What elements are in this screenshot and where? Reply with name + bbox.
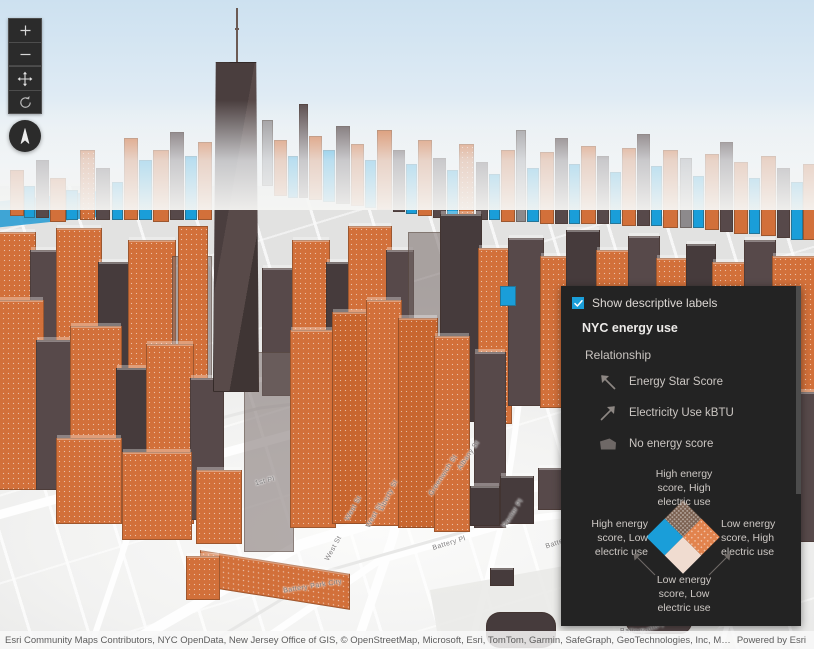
pan-button[interactable] <box>9 67 41 90</box>
matrix-arrow-right-icon <box>707 551 733 577</box>
polygon-icon <box>595 433 621 455</box>
legend-symbol-label-1: Electricity Use kBTU <box>629 407 734 419</box>
rotate-reset-button[interactable] <box>9 90 41 113</box>
legend-scrollbar-thumb[interactable] <box>796 286 801 494</box>
legend-scrollbar-track[interactable] <box>796 286 801 626</box>
legend-panel[interactable]: Show descriptive labels NYC energy use R… <box>561 286 801 626</box>
zoom-controls[interactable] <box>8 18 42 66</box>
zoom-in-button[interactable] <box>9 19 41 42</box>
attribution-bar: Esri Community Maps Contributors, NYC Op… <box>0 631 814 649</box>
compass-button[interactable] <box>9 120 41 152</box>
legend-symbol-label-2: No energy score <box>629 438 713 450</box>
matrix-label-bottom: Low energy score, Low electric use <box>653 573 715 615</box>
bivariate-legend-matrix: High energy score, High electric use Hig… <box>561 467 801 626</box>
legend-title: NYC energy use <box>561 310 801 335</box>
checkmark-icon <box>574 299 583 308</box>
legend-group-label: Relationship <box>561 335 801 362</box>
show-descriptive-labels-row[interactable]: Show descriptive labels <box>561 286 801 310</box>
zoom-out-button[interactable] <box>9 42 41 65</box>
wtc-spire <box>236 8 238 66</box>
powered-by-esri-label: Powered by Esri <box>737 635 814 646</box>
legend-symbol-label-0: Energy Star Score <box>629 376 723 388</box>
show-descriptive-labels-label: Show descriptive labels <box>592 296 717 310</box>
arrow-up-left-icon <box>595 371 621 393</box>
show-descriptive-labels-checkbox[interactable] <box>572 297 584 309</box>
legend-symbol-row-0[interactable]: Energy Star Score <box>561 362 801 393</box>
matrix-arrow-left-icon <box>631 551 657 577</box>
matrix-label-top: High energy score, High electric use <box>653 467 715 509</box>
legend-symbol-row-1[interactable]: Electricity Use kBTU <box>561 393 801 424</box>
arrow-up-right-icon <box>595 402 621 424</box>
attribution-text: Esri Community Maps Contributors, NYC Op… <box>0 635 737 646</box>
map-application: Battery PlBattery PlBattery PlBattery Pa… <box>0 0 814 649</box>
compass-needle-icon <box>17 127 33 145</box>
navigation-controls[interactable] <box>8 66 42 114</box>
legend-symbol-row-2[interactable]: No energy score <box>561 424 801 455</box>
one-world-trade-center <box>213 62 259 392</box>
